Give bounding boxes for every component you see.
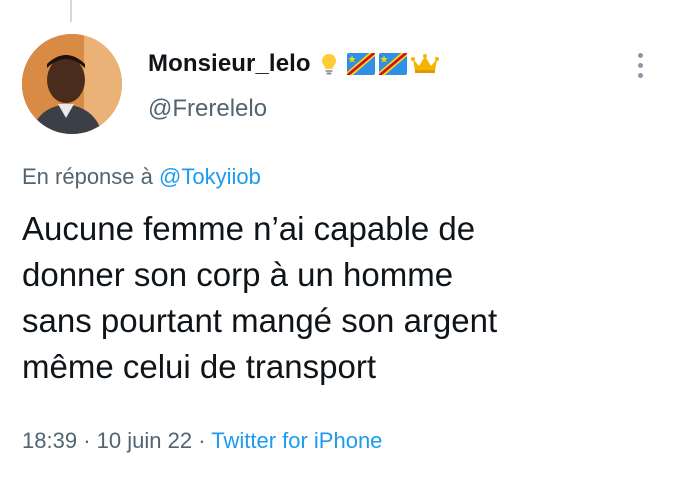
tweet-text-line: sans pourtant mangé son argent: [22, 302, 498, 339]
drc-flag-icon: [346, 52, 375, 76]
tweet-source-link[interactable]: Twitter for iPhone: [211, 428, 382, 453]
author-display-name-text: Monsieur_lelo: [148, 50, 311, 77]
reply-prefix: En réponse à: [22, 164, 153, 189]
tweet-date[interactable]: 10 juin 22: [97, 428, 192, 453]
tweet-meta: 18:39 · 10 juin 22 · Twitter for iPhone: [22, 428, 382, 454]
meta-separator: ·: [198, 428, 206, 453]
tweet-time[interactable]: 18:39: [22, 428, 77, 453]
more-vertical-icon[interactable]: [630, 48, 650, 82]
tweet-text-line: même celui de transport: [22, 348, 376, 385]
tweet-text: Aucune femme n’ai capable de donner son …: [22, 206, 662, 390]
author-display-name[interactable]: Monsieur_lelo: [148, 50, 439, 78]
tweet-text-line: Aucune femme n’ai capable de: [22, 210, 476, 247]
crown-icon: [410, 52, 439, 76]
avatar[interactable]: [22, 34, 122, 134]
reply-mention-link[interactable]: @Tokyiiob: [159, 164, 261, 189]
meta-separator: ·: [83, 428, 91, 453]
author-handle[interactable]: @Frerelelo: [148, 95, 267, 123]
drc-flag-icon: [378, 52, 407, 76]
reply-context: En réponse à @Tokyiiob: [22, 164, 261, 190]
tweet-text-line: donner son corp à un homme: [22, 256, 454, 293]
thread-connector-line: [70, 0, 72, 22]
lightbulb-icon: [315, 52, 343, 76]
